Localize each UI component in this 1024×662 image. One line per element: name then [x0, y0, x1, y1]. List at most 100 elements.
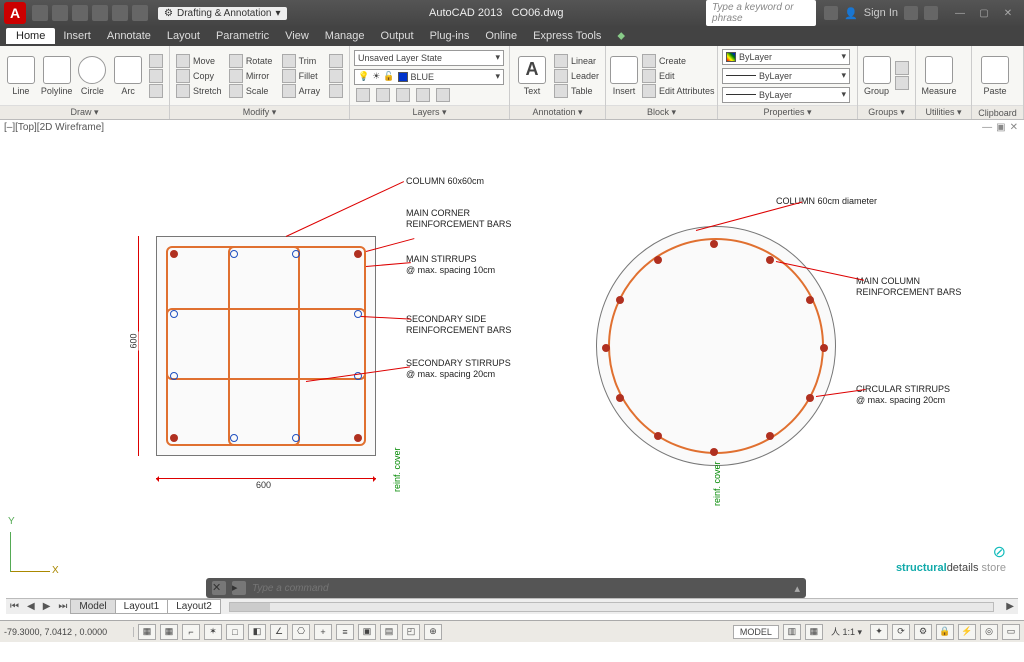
scale-button[interactable]: Scale	[227, 84, 278, 98]
linetype-combo[interactable]: ByLayer▾	[722, 87, 850, 103]
tab-annotate[interactable]: Annotate	[99, 30, 159, 42]
status-polar[interactable]: ✶	[204, 624, 222, 640]
group-extra-2[interactable]	[893, 76, 911, 90]
draw-extra-3[interactable]	[147, 84, 165, 98]
help-search-input[interactable]: Type a keyword or phrase	[706, 0, 816, 26]
panel-properties-title[interactable]: Properties ▾	[718, 105, 857, 119]
drawing-area[interactable]: [–][Top][2D Wireframe] — ▣ ✕	[0, 120, 1024, 620]
layer-tool-3[interactable]	[394, 88, 412, 102]
line-button[interactable]: Line	[4, 56, 38, 96]
modify-extra-2[interactable]	[327, 69, 345, 83]
layer-tool-2[interactable]	[374, 88, 392, 102]
status-qp[interactable]: ▤	[380, 624, 398, 640]
maximize-button[interactable]: ▢	[972, 4, 996, 22]
layer-tool-5[interactable]	[434, 88, 452, 102]
status-ortho[interactable]: ⌐	[182, 624, 200, 640]
print-icon[interactable]	[132, 5, 148, 21]
vp-minimize-icon[interactable]: —	[982, 122, 992, 133]
create-block-button[interactable]: Create	[640, 54, 717, 68]
panel-layers-title[interactable]: Layers ▾	[350, 105, 509, 119]
tab-extra-icon[interactable]: ⬥	[609, 30, 633, 43]
status-otrack[interactable]: ∠	[270, 624, 288, 640]
insert-button[interactable]: Insert	[610, 56, 638, 96]
tab-parametric[interactable]: Parametric	[208, 30, 277, 42]
search-icon[interactable]	[824, 6, 838, 20]
mirror-button[interactable]: Mirror	[227, 69, 278, 83]
status-tpy[interactable]: ▣	[358, 624, 376, 640]
layer-current-combo[interactable]: 💡☀🔓BLUE ▾	[354, 69, 504, 85]
tab-layout[interactable]: Layout	[159, 30, 208, 42]
workspace-selector[interactable]: ⚙ Drafting & Annotation ▾	[158, 7, 287, 20]
status-toolbar-lock[interactable]: 🔒	[936, 624, 954, 640]
status-lwt[interactable]: ≡	[336, 624, 354, 640]
modify-extra-1[interactable]	[327, 54, 345, 68]
viewport-label[interactable]: [–][Top][2D Wireframe]	[4, 122, 104, 133]
help-icon[interactable]	[924, 6, 938, 20]
new-icon[interactable]	[32, 5, 48, 21]
status-isolate[interactable]: ◎	[980, 624, 998, 640]
status-layout-quick[interactable]: ▥	[783, 624, 801, 640]
panel-groups-title[interactable]: Groups ▾	[858, 105, 915, 119]
array-button[interactable]: Array	[280, 84, 325, 98]
panel-block-title[interactable]: Block ▾	[606, 105, 717, 119]
tab-nav-first[interactable]: ⏮	[6, 601, 23, 612]
color-combo[interactable]: ByLayer▾	[722, 49, 850, 65]
tab-output[interactable]: Output	[373, 30, 422, 42]
scroll-right[interactable]: ▶	[1002, 601, 1018, 612]
status-ws[interactable]: ⚙	[914, 624, 932, 640]
paste-button[interactable]: Paste	[976, 56, 1014, 96]
status-model-space[interactable]: MODEL	[733, 625, 779, 639]
status-am[interactable]: ⊕	[424, 624, 442, 640]
polyline-button[interactable]: Polyline	[40, 56, 74, 96]
panel-draw-title[interactable]: Draw ▾	[0, 105, 169, 119]
close-icon[interactable]: ✕	[212, 581, 226, 595]
scrollbar-thumb[interactable]	[230, 603, 270, 611]
layer-tool-4[interactable]	[414, 88, 432, 102]
status-anno-scale[interactable]: 人 1:1 ▾	[827, 625, 866, 638]
vp-restore-icon[interactable]: ▣	[996, 122, 1005, 133]
measure-button[interactable]: Measure	[920, 56, 958, 96]
group-extra-1[interactable]	[893, 61, 911, 75]
tab-insert[interactable]: Insert	[55, 30, 99, 42]
canvas[interactable]: 600 600 reinf. cover COLUMN 60x60cm MAIN…	[6, 136, 1018, 600]
status-grid[interactable]: ▦	[160, 624, 178, 640]
leader-button[interactable]: Leader	[552, 69, 601, 83]
command-input[interactable]	[252, 583, 788, 594]
status-osnap[interactable]: □	[226, 624, 244, 640]
status-dyn[interactable]: +	[314, 624, 332, 640]
trim-button[interactable]: Trim	[280, 54, 325, 68]
status-grid-quick[interactable]: ▦	[805, 624, 823, 640]
rotate-button[interactable]: Rotate	[227, 54, 278, 68]
move-button[interactable]: Move	[174, 54, 225, 68]
open-icon[interactable]	[52, 5, 68, 21]
modify-extra-3[interactable]	[327, 84, 345, 98]
tab-nav-last[interactable]: ⏭	[54, 601, 71, 612]
lineweight-combo[interactable]: ByLayer▾	[722, 68, 850, 84]
save-icon[interactable]	[72, 5, 88, 21]
stretch-button[interactable]: Stretch	[174, 84, 225, 98]
user-icon[interactable]: 👤	[844, 7, 858, 20]
tab-layout1[interactable]: Layout1	[115, 599, 169, 614]
tab-manage[interactable]: Manage	[317, 30, 373, 42]
status-3dosnap[interactable]: ◧	[248, 624, 266, 640]
close-button[interactable]: ✕	[996, 4, 1020, 22]
horizontal-scrollbar[interactable]	[229, 602, 994, 612]
panel-annotation-title[interactable]: Annotation ▾	[510, 105, 605, 119]
linear-dim-button[interactable]: Linear	[552, 54, 601, 68]
tab-layout2[interactable]: Layout2	[167, 599, 221, 614]
status-snap[interactable]: ▦	[138, 624, 156, 640]
minimize-button[interactable]: —	[948, 4, 972, 22]
sign-in-link[interactable]: Sign In	[864, 7, 898, 19]
undo-icon[interactable]	[92, 5, 108, 21]
status-sc[interactable]: ◰	[402, 624, 420, 640]
command-line[interactable]: ✕ ▸ ▴	[206, 578, 806, 598]
draw-extra-2[interactable]	[147, 69, 165, 83]
tab-nav-prev[interactable]: ◀	[23, 601, 39, 612]
circle-button[interactable]: Circle	[76, 56, 110, 96]
vp-close-icon[interactable]: ✕	[1010, 122, 1018, 133]
status-anno-auto[interactable]: ⟳	[892, 624, 910, 640]
tab-online[interactable]: Online	[477, 30, 525, 42]
tab-express-tools[interactable]: Express Tools	[525, 30, 609, 42]
redo-icon[interactable]	[112, 5, 128, 21]
fillet-button[interactable]: Fillet	[280, 69, 325, 83]
